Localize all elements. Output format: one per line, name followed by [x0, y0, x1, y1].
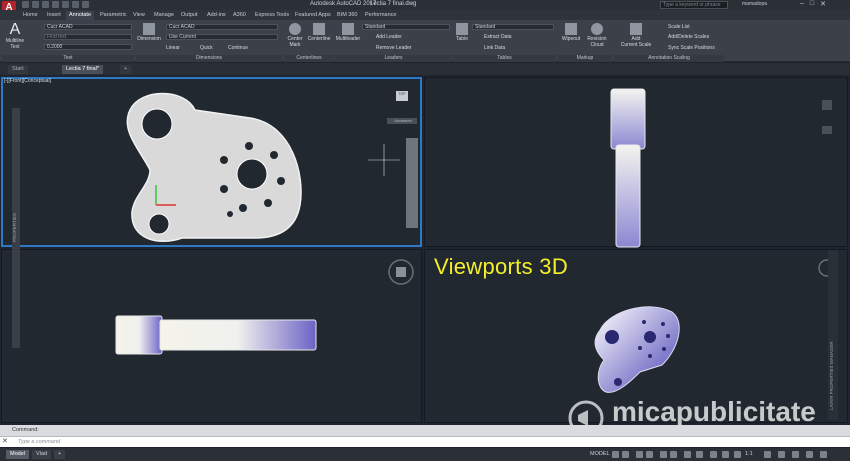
- command-close-icon[interactable]: ✕: [2, 437, 8, 445]
- grid-icon[interactable]: [612, 451, 619, 458]
- customization-icon[interactable]: [820, 451, 827, 458]
- model-space-indicator[interactable]: MODEL: [590, 451, 610, 457]
- annotation-visibility-icon[interactable]: [734, 451, 741, 458]
- viewcube-top-left-vp3[interactable]: [388, 259, 414, 285]
- viewcube-right-vp2[interactable]: [822, 100, 832, 110]
- clean-screen-icon[interactable]: [806, 451, 813, 458]
- navigation-bar[interactable]: [406, 138, 418, 228]
- annotation-scale[interactable]: 1:1: [745, 451, 753, 457]
- hardware-acceleration-icon[interactable]: [792, 451, 799, 458]
- part-isometric-view: [594, 306, 680, 393]
- command-input[interactable]: Type a command: [0, 436, 850, 447]
- workspace-gear-icon[interactable]: [764, 451, 771, 458]
- snap-icon[interactable]: [622, 451, 629, 458]
- ortho-icon[interactable]: [636, 451, 643, 458]
- crosshair-cursor: [368, 144, 400, 176]
- watermark-text: micapublicitate: [612, 396, 816, 427]
- part-front-view: [126, 92, 302, 242]
- otrack-icon[interactable]: [670, 451, 677, 458]
- new-layout-button[interactable]: +: [54, 450, 66, 459]
- wcs-menu[interactable]: Unnamed: [388, 118, 418, 123]
- lineweight-icon[interactable]: [684, 451, 691, 458]
- viewports-3d-title: Viewports 3D: [434, 254, 569, 279]
- layer-properties-palette-label: LAYER PROPERTIES MANAGER: [829, 341, 834, 410]
- isolate-icon[interactable]: [778, 451, 785, 458]
- navbar-right-vp2[interactable]: [822, 126, 832, 134]
- model-drawings: [115, 88, 836, 393]
- selection-cycling-icon[interactable]: [710, 451, 717, 458]
- part-right-view: [610, 88, 646, 248]
- viewcube-face[interactable]: TOP: [396, 92, 408, 96]
- tab-model[interactable]: Model: [6, 450, 29, 459]
- properties-palette-label: PROPERTIES: [12, 213, 17, 243]
- osnap-icon[interactable]: [660, 451, 667, 458]
- part-top-view: [115, 315, 317, 355]
- annotation-monitor-icon[interactable]: [722, 451, 729, 458]
- command-history: Command:: [0, 425, 850, 436]
- tab-layout-vlad[interactable]: Vlad: [32, 450, 52, 459]
- transparency-icon[interactable]: [696, 451, 703, 458]
- polar-icon[interactable]: [646, 451, 653, 458]
